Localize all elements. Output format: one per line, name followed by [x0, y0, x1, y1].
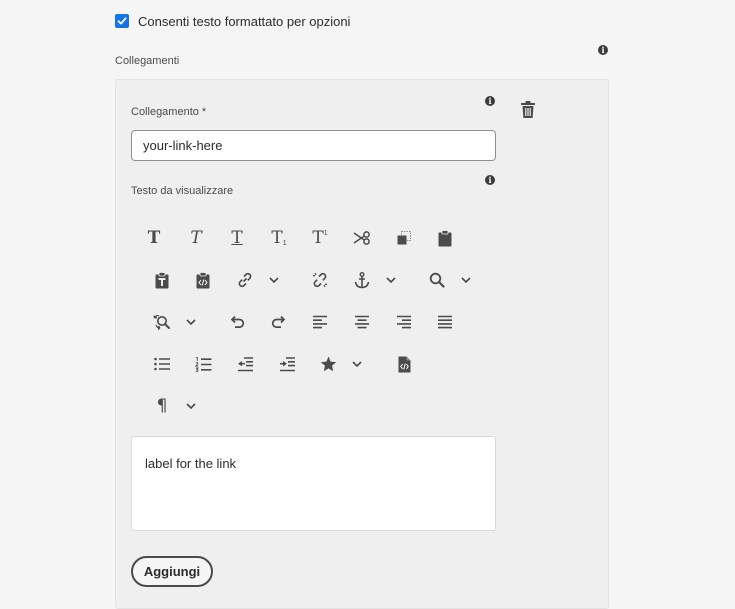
scissors-icon	[353, 231, 370, 245]
paragraph-format-chevron-down-icon[interactable]	[184, 399, 198, 413]
source-edit-button[interactable]	[391, 351, 417, 377]
source-code-icon	[398, 356, 410, 372]
add-button[interactable]: Aggiungi	[131, 556, 213, 587]
paste-as-text-button[interactable]	[149, 267, 175, 293]
link-field-info-icon[interactable]: i	[485, 96, 495, 106]
find-replace-icon	[153, 314, 170, 330]
align-right-button[interactable]	[391, 309, 417, 335]
find-button[interactable]	[424, 267, 450, 293]
underline-button[interactable]: T	[224, 225, 250, 251]
align-left-icon	[313, 315, 327, 329]
italic-button[interactable]: T	[183, 225, 209, 251]
bulleted-list-icon	[153, 357, 170, 371]
link-field-label: Collegamento *	[131, 106, 207, 118]
italic-icon: T	[190, 227, 202, 248]
find-replace-button[interactable]	[149, 309, 175, 335]
anchor-button[interactable]	[349, 267, 375, 293]
align-center-icon	[355, 315, 369, 329]
bold-icon: T	[147, 227, 161, 248]
undo-button[interactable]	[224, 309, 250, 335]
numbered-list-button[interactable]	[190, 351, 216, 377]
unlink-icon	[312, 272, 328, 288]
anchor-icon	[354, 271, 370, 288]
outdent-button[interactable]	[232, 351, 258, 377]
paste-as-html-button[interactable]	[190, 267, 216, 293]
outdent-icon	[237, 356, 253, 371]
rich-text-checkbox-label: Consenti testo formattato per opzioni	[138, 13, 351, 29]
indent-icon	[279, 356, 295, 371]
justify-button[interactable]	[432, 309, 458, 335]
subscript-icon: T	[271, 227, 283, 248]
link-options-chevron-down-icon[interactable]	[267, 273, 281, 287]
copy-icon	[397, 231, 411, 245]
find-options-chevron-down-icon[interactable]	[459, 273, 473, 287]
superscript-icon: T	[312, 227, 324, 248]
subscript-button[interactable]: T1	[266, 225, 292, 251]
links-info-icon[interactable]: i	[598, 45, 608, 55]
paste-html-icon	[196, 271, 210, 288]
find-replace-chevron-down-icon[interactable]	[184, 315, 198, 329]
justify-icon	[438, 315, 452, 329]
display-text-editor[interactable]: label for the link	[131, 436, 496, 531]
align-right-icon	[397, 315, 411, 329]
rich-text-checkbox[interactable]	[115, 14, 129, 28]
link-input[interactable]	[131, 130, 496, 161]
align-left-button[interactable]	[307, 309, 333, 335]
checkmark-icon	[117, 17, 127, 25]
copy-button[interactable]	[391, 225, 417, 251]
paste-button[interactable]	[432, 225, 458, 251]
superscript-button[interactable]: T1	[307, 225, 333, 251]
unlink-button[interactable]	[307, 267, 333, 293]
indent-button[interactable]	[274, 351, 300, 377]
superscript-mark: 1	[323, 229, 328, 237]
bulleted-list-button[interactable]	[149, 351, 175, 377]
align-center-button[interactable]	[349, 309, 375, 335]
special-characters-chevron-down-icon[interactable]	[350, 357, 364, 371]
undo-icon	[230, 315, 245, 328]
links-section-label: Collegamenti	[115, 55, 180, 67]
redo-icon	[271, 315, 286, 328]
cut-button[interactable]	[349, 225, 375, 251]
display-text-label: Testo da visualizzare	[131, 185, 234, 197]
bold-button[interactable]: T	[141, 225, 167, 251]
star-icon	[320, 356, 336, 372]
display-text-info-icon[interactable]: i	[485, 175, 495, 185]
rich-text-option[interactable]: Consenti testo formattato per opzioni	[115, 12, 350, 30]
clipboard-icon	[438, 229, 452, 246]
subscript-mark: 1	[282, 239, 287, 247]
paragraph-icon: ¶	[156, 396, 168, 416]
link-icon	[238, 272, 252, 288]
search-icon	[429, 272, 445, 288]
paste-text-icon	[155, 271, 169, 288]
link-button[interactable]	[232, 267, 258, 293]
redo-button[interactable]	[266, 309, 292, 335]
delete-link-icon[interactable]	[520, 101, 536, 124]
underline-icon: T	[231, 227, 243, 248]
special-characters-button[interactable]	[315, 351, 341, 377]
numbered-list-icon	[194, 356, 211, 372]
display-text-content: label for the link	[145, 456, 237, 471]
anchor-options-chevron-down-icon[interactable]	[384, 273, 398, 287]
paragraph-format-button[interactable]: ¶	[149, 393, 175, 419]
